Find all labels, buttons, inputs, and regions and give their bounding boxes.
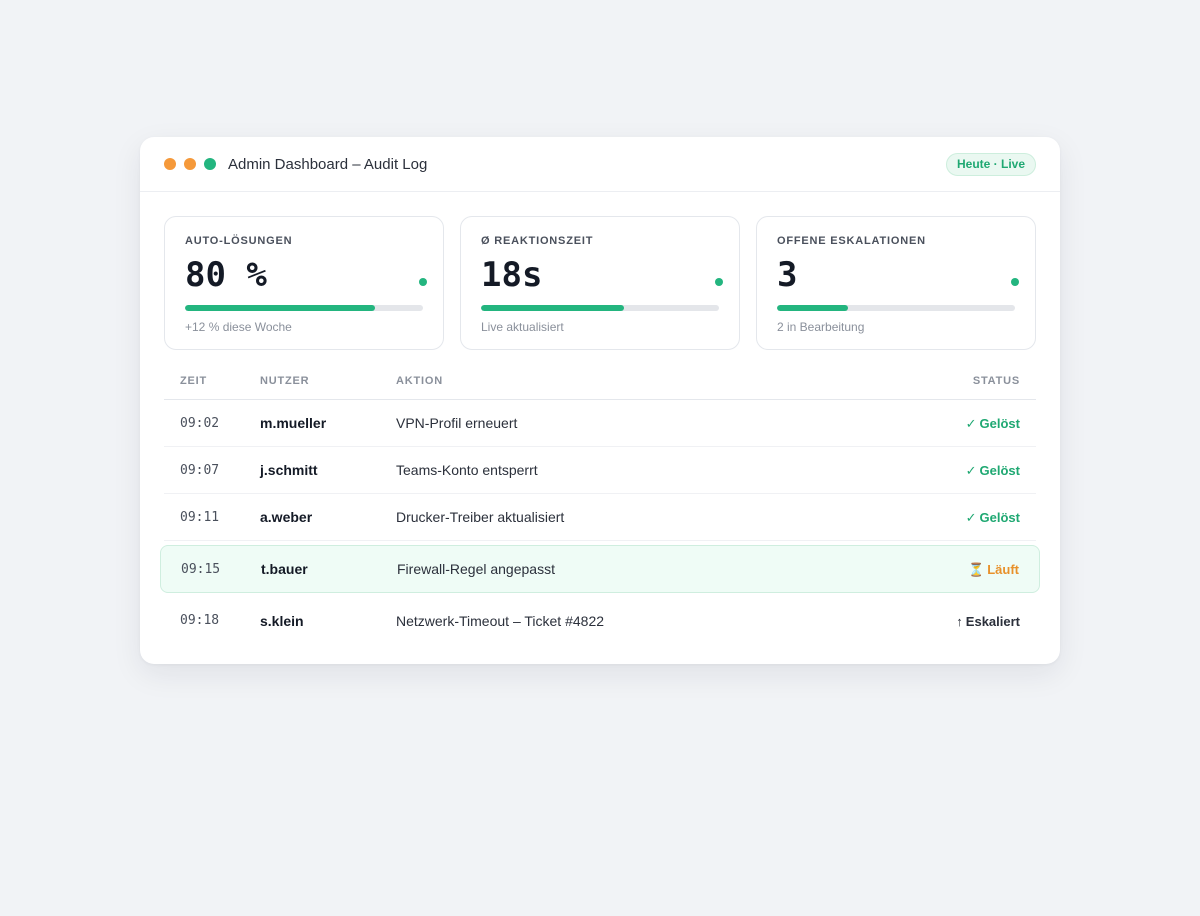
kpi-progress-bar xyxy=(185,305,423,311)
status-badge: ✓ Gelöst xyxy=(966,416,1020,431)
kpi-value: 3 xyxy=(777,255,798,295)
arrow-up-icon: ↑ xyxy=(956,613,963,629)
table-row[interactable]: 09:02 m.mueller VPN-Profil erneuert ✓ Gel… xyxy=(164,400,1036,447)
row-action: Firewall-Regel angepasst xyxy=(397,561,555,577)
kpi-subtext: 2 in Bearbeitung xyxy=(777,320,865,334)
status-label: Gelöst xyxy=(979,415,1020,431)
status-label: Gelöst xyxy=(979,509,1020,525)
table-header: ZEIT NUTZER AKTION STATUS xyxy=(164,362,1036,400)
table-row[interactable]: 09:07 j.schmitt Teams-Konto entsperrt ✓ G… xyxy=(164,447,1036,494)
row-action: Teams-Konto entsperrt xyxy=(396,462,538,478)
kpi-label: Ø REAKTIONSZEIT xyxy=(481,235,594,247)
row-action: Drucker-Treiber aktualisiert xyxy=(396,509,565,525)
kpi-subtext: +12 % diese Woche xyxy=(185,320,292,334)
title-bar: Admin Dashboard – Audit Log Heute · Live xyxy=(140,137,1060,192)
row-action: VPN-Profil erneuert xyxy=(396,415,518,431)
status-label: Gelöst xyxy=(979,462,1020,478)
row-time: 09:11 xyxy=(180,509,220,525)
check-icon: ✓ xyxy=(965,462,977,478)
status-badge: ↑ Eskaliert xyxy=(956,614,1020,629)
header-action[interactable]: AKTION xyxy=(396,375,876,387)
table-row-selected[interactable]: 09:15 t.bauer Firewall-Regel angepasst ⏳… xyxy=(160,545,1040,593)
kpi-value: 18s xyxy=(481,255,543,295)
kpi-label: OFFENE ESKALATIONEN xyxy=(777,235,926,247)
audit-log-table: ZEIT NUTZER AKTION STATUS 09:02 m.muelle… xyxy=(160,362,1040,644)
status-label: Eskaliert xyxy=(965,613,1020,629)
kpi-progress-fill xyxy=(777,305,849,311)
row-user: m.mueller xyxy=(260,415,327,431)
hourglass-icon: ⏳ xyxy=(968,561,985,577)
row-user: j.schmitt xyxy=(260,462,318,478)
kpi-label: AUTO-LÖSUNGEN xyxy=(185,235,293,247)
check-icon: ✓ xyxy=(965,509,977,525)
live-badge: Heute · Live xyxy=(945,152,1036,176)
kpi-progress-fill xyxy=(185,305,376,311)
status-badge: ✓ Gelöst xyxy=(966,463,1020,478)
status-dot-icon xyxy=(1011,278,1019,286)
status-badge: ✓ Gelöst xyxy=(966,510,1020,525)
row-time: 09:07 xyxy=(180,462,220,478)
kpi-progress-bar xyxy=(481,305,719,311)
kpi-progress-fill xyxy=(481,305,624,311)
kpi-cards: AUTO-LÖSUNGEN 80 % +12 % diese Woche Ø R… xyxy=(140,192,1060,350)
header-time[interactable]: ZEIT xyxy=(164,375,260,387)
status-dot-icon xyxy=(419,278,427,286)
table-row[interactable]: 09:18 s.klein Netzwerk-Timeout – Ticket … xyxy=(164,597,1036,644)
row-user: t.bauer xyxy=(261,561,308,577)
check-icon: ✓ xyxy=(965,415,977,431)
header-status[interactable]: STATUS xyxy=(876,375,1036,387)
status-dot-icon xyxy=(715,278,723,286)
row-time: 09:02 xyxy=(180,415,220,431)
kpi-value: 80 % xyxy=(185,255,267,295)
kpi-card-open-escalations: OFFENE ESKALATIONEN 3 2 in Bearbeitung xyxy=(756,216,1036,350)
window-title: Admin Dashboard – Audit Log xyxy=(228,155,428,173)
window-maximize-dot[interactable] xyxy=(204,158,216,170)
status-label: Läuft xyxy=(987,561,1019,577)
window-close-dot[interactable] xyxy=(164,158,176,170)
row-user: a.weber xyxy=(260,509,313,525)
row-user: s.klein xyxy=(260,612,304,629)
kpi-subtext: Live aktualisiert xyxy=(481,320,564,334)
row-time: 09:15 xyxy=(181,561,221,577)
kpi-card-auto-solutions: AUTO-LÖSUNGEN 80 % +12 % diese Woche xyxy=(164,216,444,350)
status-badge: ⏳ Läuft xyxy=(968,562,1019,577)
dashboard-window: Admin Dashboard – Audit Log Heute · Live… xyxy=(140,137,1060,664)
row-action: Netzwerk-Timeout – Ticket #4822 xyxy=(396,612,605,629)
kpi-progress-bar xyxy=(777,305,1015,311)
row-time: 09:18 xyxy=(180,613,220,628)
window-minimize-dot[interactable] xyxy=(184,158,196,170)
header-user[interactable]: NUTZER xyxy=(260,375,396,387)
kpi-card-response-time: Ø REAKTIONSZEIT 18s Live aktualisiert xyxy=(460,216,740,350)
table-row[interactable]: 09:11 a.weber Drucker-Treiber aktualisie… xyxy=(164,494,1036,541)
